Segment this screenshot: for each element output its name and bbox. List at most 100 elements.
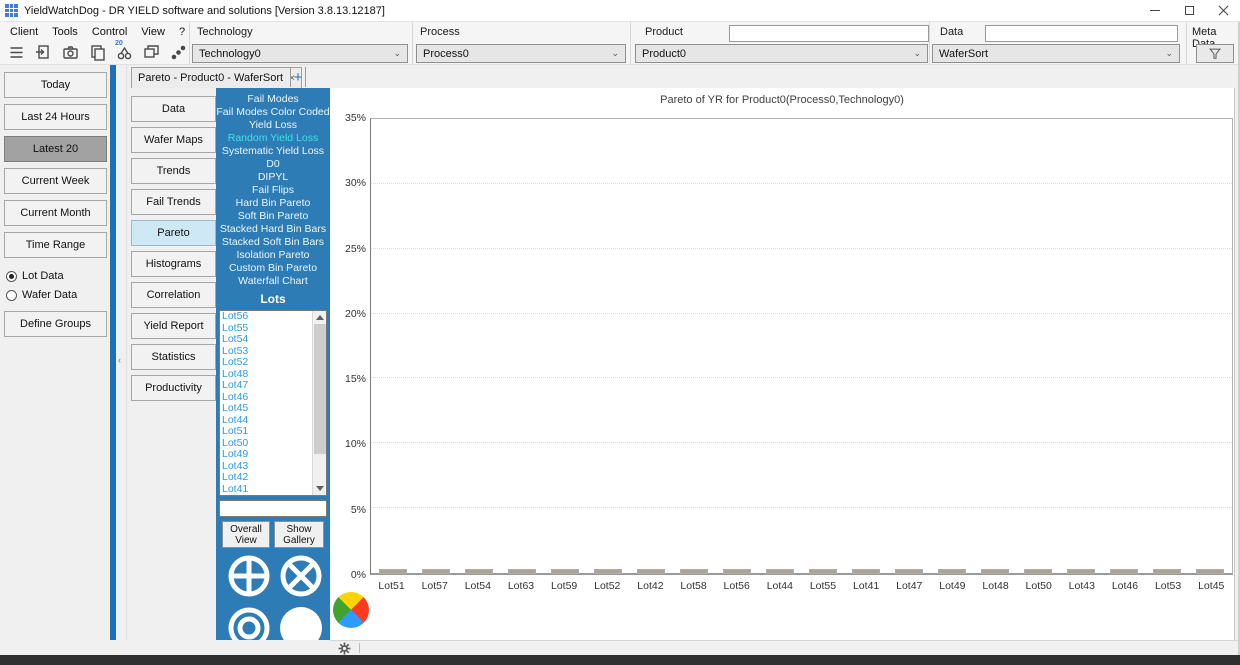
menu-item-tools[interactable]: Tools [48,24,88,40]
sidebar-button-latest-20[interactable]: Latest 20 [4,136,107,162]
lots-scrollbar[interactable] [312,311,326,495]
lot-item-lot49[interactable]: Lot49 [220,448,326,461]
cascade-windows-icon[interactable] [141,42,161,62]
chart-type-yield-loss[interactable]: Yield Loss [216,119,330,132]
latest-20-icon[interactable]: 20 [114,40,134,62]
export-report-icon[interactable] [33,42,53,62]
bar-lot57[interactable] [422,570,449,573]
data-dropdown[interactable]: WaferSort ⌄ [932,44,1180,63]
collapse-arrow-icon[interactable]: ‹ [118,355,121,365]
lots-listbox[interactable]: Lot56 Lot55 Lot54 Lot53 Lot52 Lot48 Lot47 Lot46… [219,310,327,496]
bar-lot53[interactable] [1154,570,1181,573]
chart-type-random-yield-loss[interactable]: Random Yield Loss [216,132,330,145]
add-tab-button[interactable]: + [290,67,306,87]
lot-item-lot56[interactable]: Lot56 [220,311,326,323]
radio-lot-data[interactable]: Lot Data [6,270,64,282]
scroll-thumb[interactable] [314,324,326,454]
sidebar-button-time-range[interactable]: Time Range [4,232,107,258]
analysis-tab-wafer-maps[interactable]: Wafer Maps [131,127,216,153]
circle-x-icon[interactable] [277,552,325,600]
copy-pages-icon[interactable] [87,42,107,62]
bar-lot50[interactable] [1025,570,1052,573]
menu-item-control[interactable]: Control [88,24,137,40]
lot-item-lot47[interactable]: Lot47 [220,379,326,392]
analysis-tab-data[interactable]: Data [131,96,216,122]
chart-type-d0[interactable]: D0 [216,158,330,171]
sidebar-button-last-24-hours[interactable]: Last 24 Hours [4,104,107,130]
analysis-tab-correlation[interactable]: Correlation [131,282,216,308]
pie-chart-icon[interactable] [333,592,369,628]
define-groups-button[interactable]: Define Groups [4,311,107,337]
chart-type-soft-bin-pareto[interactable]: Soft Bin Pareto [216,210,330,223]
technology-dropdown[interactable]: Technology0 ⌄ [192,44,408,63]
bar-lot46[interactable] [1111,570,1138,573]
sidebar-button-current-week[interactable]: Current Week [4,168,107,194]
meta-data-filter-button[interactable] [1196,44,1234,63]
analysis-tab-fail-trends[interactable]: Fail Trends [131,189,216,215]
data-search-input[interactable] [985,25,1178,42]
lots-filter-input[interactable] [219,500,327,517]
menu-item-client[interactable]: Client [6,24,48,40]
process-dropdown[interactable]: Process0 ⌄ [416,44,626,63]
scroll-up-icon[interactable] [316,315,324,320]
bar-lot41[interactable] [853,570,880,573]
analysis-tab-statistics[interactable]: Statistics [131,344,216,370]
bar-lot59[interactable] [551,570,578,573]
chart-type-dipyl[interactable]: DIPYL [216,171,330,184]
pen-dots-icon[interactable] [168,42,188,62]
bar-lot48[interactable] [982,570,1009,573]
radio-wafer-data[interactable]: Wafer Data [6,289,77,301]
menu-lines-icon[interactable] [6,42,26,62]
bar-lot52[interactable] [594,570,621,573]
overall-view-button[interactable]: Overall View [222,521,270,548]
product-dropdown[interactable]: Product0 ⌄ [635,44,928,63]
bar-lot43[interactable] [1068,570,1095,573]
menu-item-view[interactable]: View [137,24,175,40]
tab-pareto-product0-wafersort[interactable]: Pareto - Product0 - WaferSort × [131,67,302,88]
minimize-button[interactable] [1138,0,1172,21]
bar-lot42[interactable] [637,570,664,573]
sidebar-button-today[interactable]: Today [4,72,107,98]
circle-cross-icon[interactable] [225,552,273,600]
bar-lot47[interactable] [896,570,923,573]
analysis-tab-productivity[interactable]: Productivity [131,375,216,401]
lot-item-lot51[interactable]: Lot51 [220,425,326,438]
lot-item-lot52[interactable]: Lot52 [220,356,326,369]
bar-lot63[interactable] [508,570,535,573]
chart-type-systematic-yield-loss[interactable]: Systematic Yield Loss [216,145,330,158]
chart-type-hard-bin-pareto[interactable]: Hard Bin Pareto [216,197,330,210]
bar-lot45[interactable] [1197,570,1224,573]
maximize-button[interactable] [1172,0,1206,21]
sidebar-button-current-month[interactable]: Current Month [4,200,107,226]
chart-type-stacked-hard-bin-bars[interactable]: Stacked Hard Bin Bars [216,223,330,236]
lot-item-lot41[interactable]: Lot41 [220,483,326,496]
lot-item-lot54[interactable]: Lot54 [220,333,326,346]
analysis-tab-yield-report[interactable]: Yield Report [131,313,216,339]
chart-type-custom-bin-pareto[interactable]: Custom Bin Pareto [216,262,330,275]
bar-lot54[interactable] [465,570,492,573]
product-search-input[interactable] [729,25,929,42]
scroll-down-icon[interactable] [316,486,324,491]
analysis-tab-histograms[interactable]: Histograms [131,251,216,277]
show-gallery-button[interactable]: Show Gallery [274,521,324,548]
bar-lot58[interactable] [680,570,707,573]
menu-item--[interactable]: ? [175,24,195,40]
chart-type-isolation-pareto[interactable]: Isolation Pareto [216,249,330,262]
gear-icon[interactable] [338,642,351,655]
chart-type-stacked-soft-bin-bars[interactable]: Stacked Soft Bin Bars [216,236,330,249]
lot-item-lot45[interactable]: Lot45 [220,402,326,415]
bar-lot51[interactable] [379,570,406,573]
chart-type-waterfall-chart[interactable]: Waterfall Chart [216,275,330,288]
bar-lot49[interactable] [939,570,966,573]
chart-type-fail-modes[interactable]: Fail Modes [216,93,330,106]
analysis-tab-trends[interactable]: Trends [131,158,216,184]
bar-lot55[interactable] [809,570,836,573]
bar-lot56[interactable] [723,570,750,573]
bar-lot44[interactable] [766,570,793,573]
chart-type-fail-modes-color-coded[interactable]: Fail Modes Color Coded [216,106,330,119]
analysis-tab-pareto[interactable]: Pareto [131,220,216,246]
camera-icon[interactable] [60,42,80,62]
chart-type-fail-flips[interactable]: Fail Flips [216,184,330,197]
close-button[interactable] [1206,0,1240,21]
lot-item-lot42[interactable]: Lot42 [220,471,326,484]
